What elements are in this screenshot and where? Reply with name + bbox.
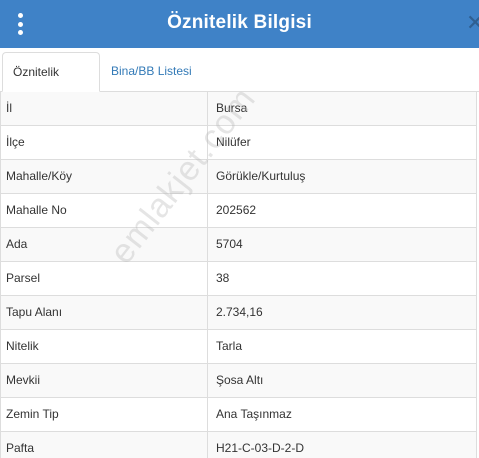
table-row: Mahalle/Köy Görükle/Kurtuluş bbox=[1, 160, 476, 194]
attribute-label: Zemin Tip bbox=[1, 398, 208, 431]
attribute-label: Ada bbox=[1, 228, 208, 261]
attribute-label: Tapu Alanı bbox=[1, 296, 208, 329]
attribute-value: Ana Taşınmaz bbox=[216, 407, 292, 421]
attribute-value: Şosa Altı bbox=[216, 373, 264, 387]
table-row: Ada 5704 bbox=[1, 228, 476, 262]
attribute-value: 2.734,16 bbox=[216, 305, 263, 319]
attribute-label: Parsel bbox=[1, 262, 208, 295]
dialog-title: Öznitelik Bilgisi bbox=[167, 12, 312, 33]
table-row: Pafta H21-C-03-D-2-D bbox=[1, 432, 476, 458]
table-row: Zemin Tip Ana Taşınmaz bbox=[1, 398, 476, 432]
attribute-label: İlçe bbox=[1, 126, 208, 159]
attribute-value: Görükle/Kurtuluş bbox=[216, 169, 306, 183]
table-row: Mahalle No 202562 bbox=[1, 194, 476, 228]
attribute-label: Mevkii bbox=[1, 364, 208, 397]
attribute-label: Nitelik bbox=[1, 330, 208, 363]
attribute-value: Nilüfer bbox=[216, 135, 251, 149]
table-row: Tapu Alanı 2.734,16 bbox=[1, 296, 476, 330]
attribute-value: Bursa bbox=[216, 101, 248, 115]
table-row: Mevkii Şosa Altı bbox=[1, 364, 476, 398]
tab-bar: Öznitelik Bilgisi Bina/BB Listesi bbox=[0, 48, 479, 118]
attribute-label: Mahalle No bbox=[1, 194, 208, 227]
table-row: İlçe Nilüfer bbox=[1, 126, 476, 160]
close-icon[interactable]: ✕ bbox=[466, 12, 479, 36]
table-row: Parsel 38 bbox=[1, 262, 476, 296]
attribute-table: İl Bursa İlçe Nilüfer Mahalle/Köy Görükl… bbox=[0, 92, 477, 458]
dialog-header: Öznitelik Bilgisi ✕ bbox=[0, 0, 479, 48]
attribute-value: 5704 bbox=[216, 237, 243, 251]
attribute-label: Mahalle/Köy bbox=[1, 160, 208, 193]
tab-bina-bb-listesi[interactable]: Bina/BB Listesi bbox=[101, 52, 202, 92]
attribute-value: H21-C-03-D-2-D bbox=[216, 441, 305, 455]
attribute-label: Pafta bbox=[1, 432, 208, 458]
table-row: İl Bursa bbox=[1, 92, 476, 126]
attribute-value: Tarla bbox=[216, 339, 243, 353]
attribute-value: 202562 bbox=[216, 203, 257, 217]
table-row: Nitelik Tarla bbox=[1, 330, 476, 364]
attribute-label: İl bbox=[1, 92, 208, 125]
attribute-value: 38 bbox=[216, 271, 230, 285]
tab-oznitelik-bilgisi[interactable]: Öznitelik Bilgisi bbox=[2, 52, 100, 118]
